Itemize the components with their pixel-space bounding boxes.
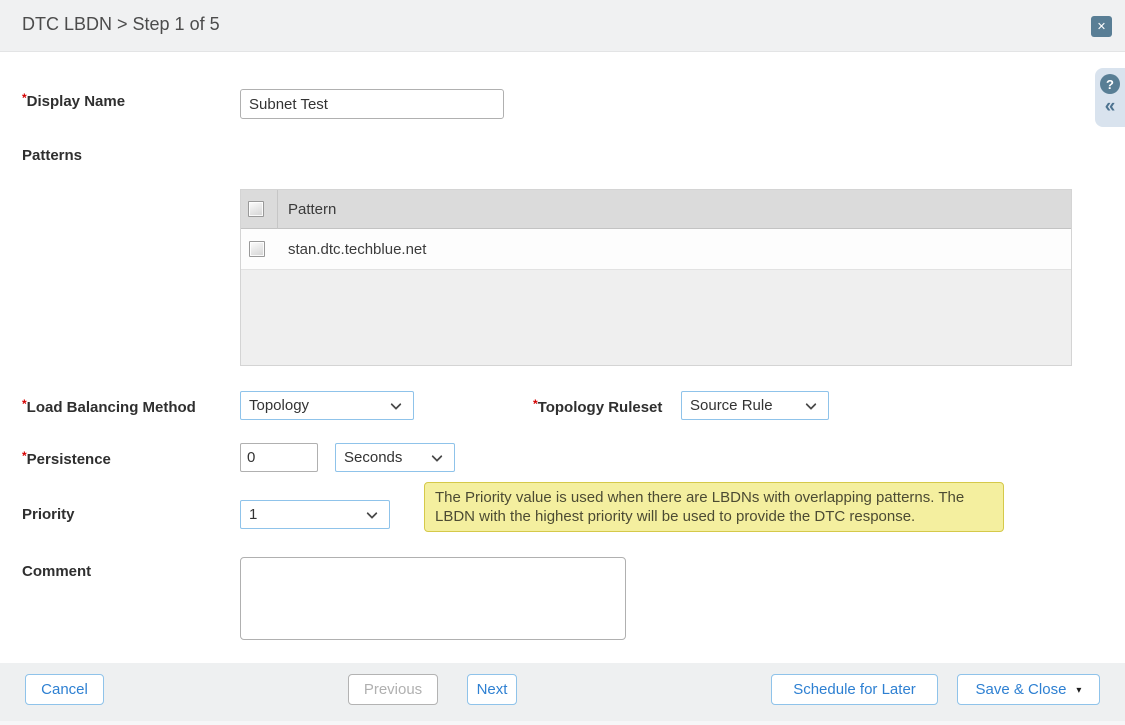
load-balancing-method-label: *Load Balancing Method	[22, 397, 196, 416]
pattern-column-header: Pattern	[288, 201, 336, 218]
dialog-footer: Cancel Previous Next Schedule for Later …	[0, 663, 1125, 725]
priority-select[interactable]: 1	[240, 500, 390, 529]
collapse-icon[interactable]: «	[1105, 95, 1116, 119]
comment-label: Comment	[22, 563, 91, 580]
selected-value: Topology	[249, 397, 309, 414]
topology-ruleset-label: *Topology Ruleset	[533, 397, 662, 416]
help-icon[interactable]: ?	[1100, 74, 1120, 94]
patterns-table-header: Pattern	[241, 190, 1071, 229]
next-button[interactable]: Next	[467, 674, 517, 705]
pattern-cell: stan.dtc.techblue.net	[288, 241, 426, 258]
display-name-input[interactable]	[240, 89, 504, 119]
patterns-table: Pattern stan.dtc.techblue.net	[240, 189, 1072, 366]
load-balancing-method-select[interactable]: Topology	[240, 391, 414, 420]
display-name-label: *Display Name	[22, 91, 125, 110]
dialog-header: DTC LBDN > Step 1 of 5 ✕	[0, 0, 1125, 52]
page-title: DTC LBDN > Step 1 of 5	[22, 14, 220, 35]
selected-value: Seconds	[344, 449, 402, 466]
help-flyout-panel: ? «	[1095, 68, 1125, 127]
cancel-button[interactable]: Cancel	[25, 674, 104, 705]
persistence-unit-select[interactable]: Seconds	[335, 443, 455, 472]
chevron-down-icon	[390, 398, 401, 409]
header-column-divider	[277, 190, 278, 229]
topology-ruleset-select[interactable]: Source Rule	[681, 391, 829, 420]
patterns-label: Patterns	[22, 147, 82, 164]
persistence-input[interactable]	[240, 443, 318, 472]
close-icon[interactable]: ✕	[1091, 16, 1112, 37]
dialog-body: ? « *Display Name Patterns	[0, 53, 1125, 663]
row-checkbox[interactable]	[249, 241, 265, 257]
selected-value: Source Rule	[690, 397, 773, 414]
priority-tooltip: The Priority value is used when there ar…	[424, 482, 1004, 532]
chevron-down-icon	[431, 450, 442, 461]
select-all-checkbox[interactable]	[248, 201, 264, 217]
save-and-close-label: Save & Close	[976, 681, 1067, 698]
chevron-down-icon	[805, 398, 816, 409]
chevron-down-icon	[366, 507, 377, 518]
previous-button[interactable]: Previous	[348, 674, 438, 705]
save-and-close-button[interactable]: Save & Close ▾	[957, 674, 1100, 705]
save-options-caret-icon[interactable]: ▾	[1076, 685, 1081, 696]
priority-label: Priority	[22, 506, 75, 523]
selected-value: 1	[249, 506, 257, 523]
dtc-lbdn-wizard-dialog: DTC LBDN > Step 1 of 5 ✕ ? « *Display Na…	[0, 0, 1125, 725]
persistence-label: *Persistence	[22, 449, 111, 468]
comment-textarea[interactable]	[240, 557, 626, 640]
schedule-for-later-button[interactable]: Schedule for Later	[771, 674, 938, 705]
table-row[interactable]: stan.dtc.techblue.net	[241, 229, 1071, 270]
